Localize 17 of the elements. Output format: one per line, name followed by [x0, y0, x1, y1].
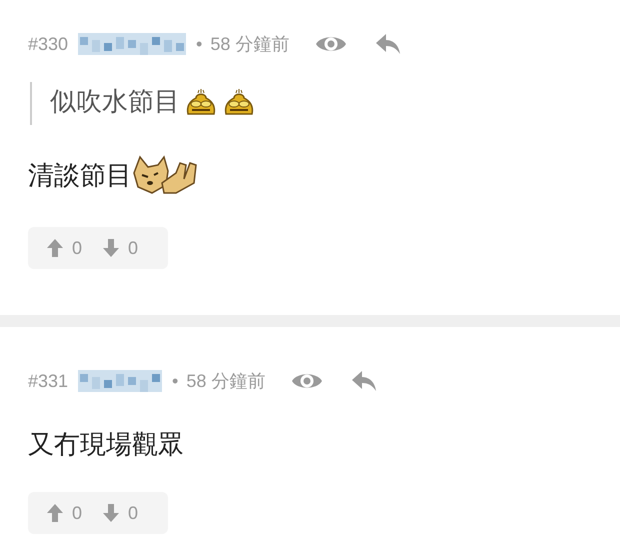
post-time: 58 分鐘前 [186, 370, 266, 393]
upvote-button[interactable]: 0 [46, 502, 82, 524]
post-time: 58 分鐘前 [210, 33, 290, 56]
reply-icon[interactable] [375, 33, 402, 55]
separator-dot: • [196, 34, 202, 54]
post-text: 又冇現場觀眾 [28, 428, 184, 461]
downvote-button[interactable]: 0 [102, 502, 138, 524]
separator-dot: • [172, 370, 178, 392]
downvote-button[interactable]: 0 [102, 238, 138, 258]
upvote-button[interactable]: 0 [46, 238, 82, 258]
quote-text: 似吹水節目 [50, 85, 180, 118]
post-number: #331 [28, 370, 68, 392]
post-text: 清談節目 [28, 158, 132, 192]
post-number: #330 [28, 34, 68, 54]
reply-icon[interactable] [351, 370, 378, 392]
face-sticker-icon [184, 88, 218, 116]
face-sticker-icon [222, 88, 256, 116]
